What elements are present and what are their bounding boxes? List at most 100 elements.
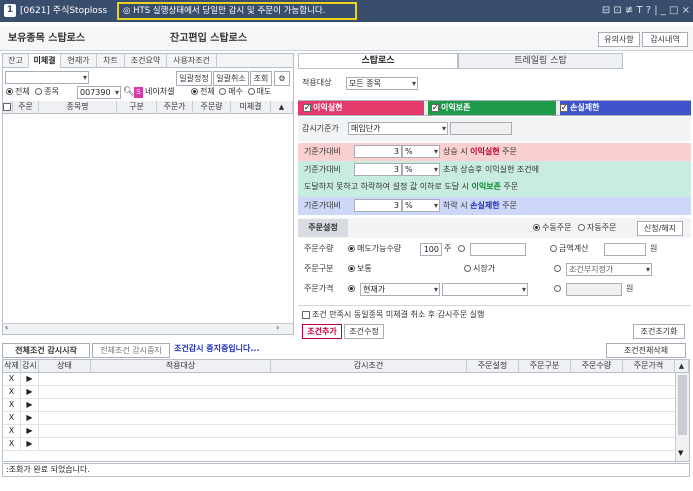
radio-qty-custom[interactable] (458, 245, 465, 252)
loss-checkbox-box[interactable]: 손실제한 (560, 101, 691, 115)
col-unfilled[interactable]: 미체결 (231, 101, 271, 114)
reset-condition-button[interactable]: 조건초기화 (633, 324, 685, 339)
radio-buy[interactable] (219, 88, 227, 95)
col-order-qty-b[interactable]: 주문수량 (571, 360, 623, 373)
scroll-right-icon[interactable]: › (276, 323, 279, 332)
col-delete[interactable]: 삭제 (3, 360, 21, 373)
row-delete-button[interactable]: X (3, 425, 21, 438)
row-delete-button[interactable]: X (3, 386, 21, 399)
window-controls[interactable]: ⊟ ⊡ ≢ T ? | _ □ × (590, 3, 690, 19)
caution-button[interactable]: 유의사항 (598, 32, 640, 47)
row-play-button[interactable]: ▶ (21, 412, 39, 425)
radio-market[interactable] (464, 265, 471, 272)
radio-price-custom[interactable] (554, 285, 561, 292)
horizontal-scrollbar[interactable]: ‹ › (3, 323, 293, 334)
col-type[interactable]: 구분 (117, 101, 157, 114)
query-button[interactable]: 조회 (250, 71, 272, 86)
row-delete-button[interactable]: X (3, 438, 21, 451)
tab-condition-summary[interactable]: 조건요약 (125, 54, 167, 68)
col-target[interactable]: 적용대상 (91, 360, 271, 373)
col-order-price-b[interactable]: 주문가격 (623, 360, 675, 373)
basis-extra-input[interactable] (450, 122, 512, 135)
profit-pct-input[interactable]: 3 (354, 145, 402, 158)
radio-price-preset[interactable] (348, 285, 355, 292)
start-all-button[interactable]: 전체조건 감시시작 (2, 343, 90, 358)
target-select[interactable]: 모든 종목 (346, 77, 418, 90)
price-basis-select[interactable]: 현재가 (360, 283, 440, 296)
table-scroll-up-icon[interactable]: ▲ (675, 360, 689, 373)
bulk-cancel-button[interactable]: 일괄취소 (213, 71, 249, 86)
price-offset-select[interactable] (442, 283, 528, 296)
row-delete-button[interactable]: X (3, 412, 21, 425)
apply-cancel-button[interactable]: 신청/해지 (637, 221, 683, 236)
search-icon[interactable]: 🔍︎ (123, 87, 134, 98)
add-condition-button[interactable]: 조건추가 (302, 324, 342, 339)
tab-user-condition[interactable]: 사용자조건 (167, 54, 217, 68)
header-title-center: 잔고편입 스탑로스 (170, 33, 248, 44)
type-checkbox-row: 이익실현 이익보존 손실제한 (298, 100, 691, 116)
radio-sell[interactable] (247, 88, 255, 95)
preserve-unit-select[interactable]: % (402, 163, 440, 176)
loss-pct-input[interactable]: 3 (354, 199, 402, 212)
col-order-price[interactable]: 주문가 (157, 101, 193, 114)
tab-unfilled[interactable]: 미체결 (29, 54, 61, 68)
row-play-button[interactable]: ▶ (21, 373, 39, 386)
account-select[interactable] (5, 71, 89, 84)
col-order-setting[interactable]: 주문설정 (467, 360, 519, 373)
radio-manual[interactable] (533, 224, 540, 231)
radio-all[interactable] (6, 88, 13, 95)
table-scroll-down-icon[interactable]: ▼ (678, 449, 683, 457)
qty-input[interactable]: 100 (420, 243, 442, 256)
col-order[interactable]: 주문 (13, 101, 39, 114)
radio-sellable-qty[interactable] (348, 245, 355, 252)
scroll-left-icon[interactable]: ‹ (5, 323, 8, 332)
radio-amount-calc[interactable] (550, 245, 557, 252)
row-play-button[interactable]: ▶ (21, 399, 39, 412)
custom-qty-input[interactable] (470, 243, 526, 256)
stop-all-button[interactable]: 전체조건 감시중지 (92, 343, 170, 358)
radio-auto[interactable] (578, 224, 585, 231)
col-status[interactable]: 상태 (39, 360, 91, 373)
preserve-pct-input[interactable]: 3 (354, 163, 402, 176)
edit-condition-button[interactable]: 조건수정 (344, 324, 384, 339)
basis-select[interactable]: 매입단가 (348, 122, 448, 135)
scroll-up-icon[interactable]: ▲ (271, 101, 293, 114)
tab-current-price[interactable]: 현재가 (61, 54, 97, 68)
col-monitor[interactable]: 감시 (21, 360, 39, 373)
row-play-button[interactable]: ▶ (21, 386, 39, 399)
col-condition[interactable]: 감시조건 (271, 360, 467, 373)
row-play-button[interactable]: ▶ (21, 425, 39, 438)
table-vertical-scrollbar[interactable]: ▼ (675, 373, 689, 461)
table-scroll-thumb[interactable] (678, 375, 687, 435)
history-button[interactable]: 감시내역 (642, 32, 688, 47)
radio-side-all[interactable] (191, 88, 198, 95)
tab-trailing-stop[interactable]: 트레일링 스탑 (458, 53, 623, 69)
radio-normal[interactable] (348, 265, 355, 272)
cancel-unfilled-checkbox[interactable] (302, 310, 310, 319)
tab-chart[interactable]: 차트 (97, 54, 125, 68)
stock-code-input[interactable]: 007390 (77, 86, 121, 99)
col-order-type[interactable]: 주문구분 (519, 360, 571, 373)
loss-unit-select[interactable]: % (402, 199, 440, 212)
price-input[interactable] (566, 283, 622, 296)
tab-stoploss[interactable]: 스탑로스 (298, 53, 458, 69)
amount-input[interactable] (604, 243, 646, 256)
loss-row-text: 하락 시 손실제한 주문 (443, 201, 517, 210)
radio-conditional[interactable] (554, 265, 561, 272)
select-all-checkbox[interactable] (3, 101, 13, 114)
profit-checkbox-box[interactable]: 이익실현 (298, 101, 424, 115)
row-play-button[interactable]: ▶ (21, 438, 39, 451)
conditional-type-select[interactable]: 조건부지정가 (566, 263, 652, 276)
settings-gear-icon[interactable]: ⚙ (274, 71, 290, 86)
col-stock-name[interactable]: 종목명 (39, 101, 117, 114)
radio-stock[interactable] (35, 88, 43, 95)
tab-balance[interactable]: 잔고 (3, 54, 29, 68)
bulk-correct-button[interactable]: 일괄정정 (176, 71, 212, 86)
order-settings-label: 주문설정 (298, 219, 348, 237)
row-delete-button[interactable]: X (3, 373, 21, 386)
profit-unit-select[interactable]: % (402, 145, 440, 158)
col-order-qty[interactable]: 주문량 (193, 101, 231, 114)
delete-all-button[interactable]: 조건전체삭제 (606, 343, 686, 358)
row-delete-button[interactable]: X (3, 399, 21, 412)
preserve-checkbox-box[interactable]: 이익보존 (428, 101, 556, 115)
